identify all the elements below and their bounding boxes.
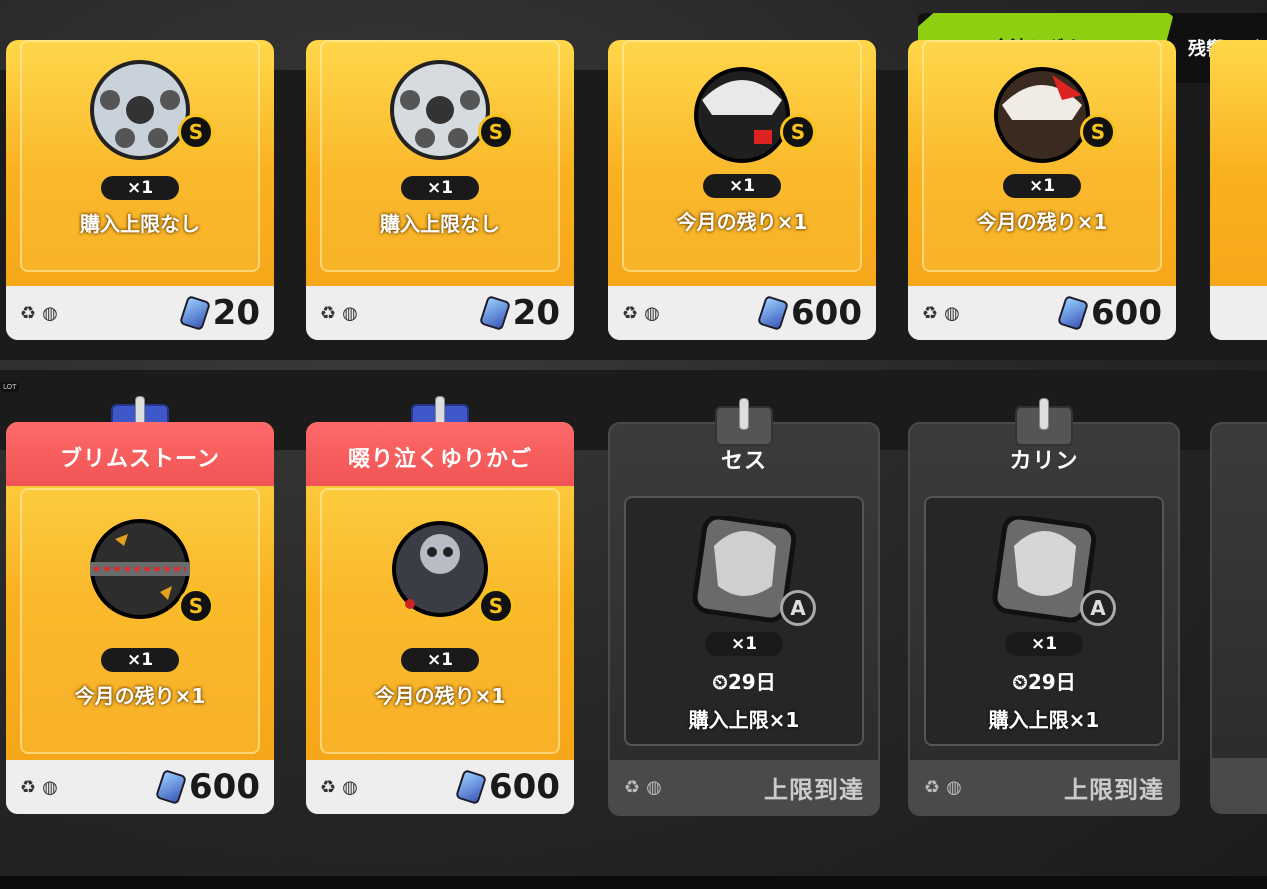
purchase-limit: 購入上限なし [380,212,500,236]
shop-card[interactable]: S ×1 今月の残り×1 ♻ ◍ 600 [608,40,876,340]
card-footer [1210,286,1267,340]
coin-icon: ◍ [646,776,662,798]
price: 20 [478,293,560,333]
quantity-pill: ×1 [1003,174,1081,198]
rank-s-badge: S [478,588,514,624]
ticket-icon [756,295,790,331]
price-value: 600 [489,767,560,807]
shop-card[interactable]: S ×1 購入上限なし ♻ ◍ 20 [6,40,274,340]
ticket-icon [454,769,488,805]
ticket-icon [178,295,211,331]
coin-icon: ◍ [342,302,358,324]
shop-card-partial[interactable] [1210,40,1267,340]
purchase-limit: 今月の残り×1 [676,210,808,234]
purchase-limit: 今月の残り×1 [976,210,1108,234]
card-footer [1212,758,1267,812]
recycle-icon: ♻ [320,776,337,798]
recycle-icon: ♻ [320,302,337,324]
shop-card[interactable]: ブリムストーン S ×1 今月の残り×1 ♻ ◍ 600 [6,396,274,814]
limit-reached-label: 上限到達 [764,775,864,804]
film-reel-icon [90,60,190,160]
coin-icon: ◍ [342,776,358,798]
price-value: 20 [512,293,560,333]
reset-timer: ⏲29日 [1012,670,1076,694]
purchase-limit: 購入上限×1 [988,708,1100,732]
purchase-limit: 今月の残り×1 [374,684,506,708]
card-footer: ♻ ◍ 上限到達 [910,760,1178,814]
card-footer: ♻ ◍ 20 [6,286,274,340]
price: 600 [756,293,862,333]
purchase-limit: 購入上限×1 [688,708,800,732]
price: 600 [154,767,260,807]
coin-icon: ◍ [944,302,960,324]
recycle-icon: ♻ [622,302,639,324]
shop-card-soldout[interactable]: セス A ×1 ⏲29日 購入上限×1 ♻ ◍ 上限到達 [608,398,880,816]
card-footer: ♻ ◍ 600 [6,760,274,814]
purchase-limit: 今月の残り×1 [74,684,206,708]
price-value: 600 [1091,293,1162,333]
ticket-icon [478,295,511,331]
price-value: 600 [791,293,862,333]
clock-icon: ⏲ [1012,670,1028,694]
reset-timer: ⏲29日 [712,670,776,694]
bottom-bar [0,876,1267,889]
coin-icon: ◍ [946,776,962,798]
side-label: LOT [0,382,20,392]
purchase-limit: 購入上限なし [80,212,200,236]
coin-icon: ◍ [42,776,58,798]
card-footer: ♻ ◍ 600 [306,760,574,814]
quantity-pill: ×1 [703,174,781,198]
shop-card[interactable]: S ×1 購入上限なし ♻ ◍ 20 [306,40,574,340]
shop-card-soldout[interactable]: カリン A ×1 ⏲29日 購入上限×1 ♻ ◍ 上限到達 [908,398,1180,816]
bangboo-icon [694,67,790,163]
rank-a-badge: A [780,590,816,626]
price-value: 600 [189,767,260,807]
price: 20 [178,293,260,333]
limit-reached-label: 上限到達 [1064,775,1164,804]
price-value: 20 [212,293,260,333]
quantity-pill: ×1 [705,632,783,656]
coin-icon: ◍ [644,302,660,324]
item-title: ブリムストーン [6,422,274,486]
rank-s-badge: S [178,588,214,624]
card-footer: ♻ ◍ 600 [608,286,876,340]
clock-icon: ⏲ [712,670,728,694]
price: 600 [454,767,560,807]
film-reel-icon [390,60,490,160]
ticket-icon [154,769,188,805]
recycle-icon: ♻ [20,302,37,324]
recycle-icon: ♻ [924,776,941,798]
quantity-pill: ×1 [401,176,479,200]
quantity-pill: ×1 [401,648,479,672]
ticket-icon [1056,295,1090,331]
card-footer: ♻ ◍ 600 [908,286,1176,340]
price: 600 [1056,293,1162,333]
rank-s-badge: S [178,114,214,150]
recycle-icon: ♻ [20,776,37,798]
shop-card[interactable]: 啜り泣くゆりかご S ×1 今月の残り×1 ♻ ◍ 600 [306,396,574,814]
bangboo-icon [994,67,1090,163]
quantity-pill: ×1 [101,648,179,672]
item-title: セス [720,449,767,474]
rank-s-badge: S [478,114,514,150]
recycle-icon: ♻ [922,302,939,324]
card-footer: ♻ ◍ 20 [306,286,574,340]
shop-card-partial[interactable] [1210,422,1267,814]
rank-s-badge: S [780,114,816,150]
recycle-icon: ♻ [624,776,641,798]
shop-card[interactable]: S ×1 今月の残り×1 ♻ ◍ 600 [908,40,1176,340]
rank-s-badge: S [1080,114,1116,150]
item-title: カリン [1009,449,1079,474]
item-title: 啜り泣くゆりかご [306,422,574,486]
quantity-pill: ×1 [101,176,179,200]
card-footer: ♻ ◍ 上限到達 [610,760,878,814]
rank-a-badge: A [1080,590,1116,626]
coin-icon: ◍ [42,302,58,324]
quantity-pill: ×1 [1005,632,1083,656]
